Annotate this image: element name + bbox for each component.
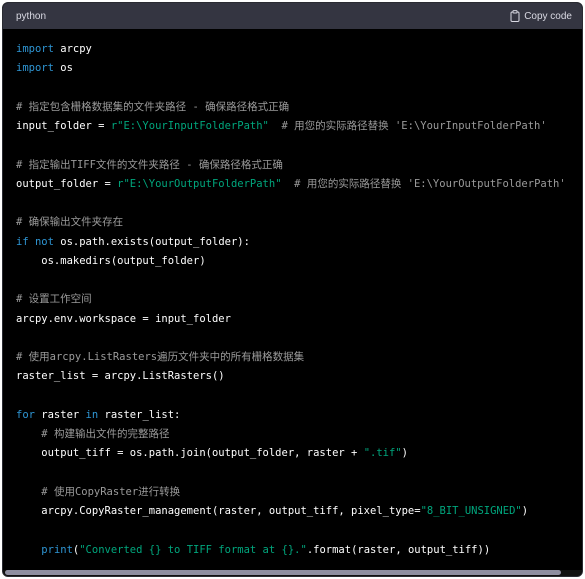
code-token-pl: arcpy.CopyRaster_management(raster, outp… xyxy=(16,505,421,517)
code-token-pl: os xyxy=(53,62,73,75)
code-token-pl: ) xyxy=(401,447,408,460)
code-token-kw: import xyxy=(16,43,54,55)
code-line: # 指定包含栅格数据集的文件夹路径 - 确保路径格式正确 xyxy=(16,98,582,117)
code-line: # 使用CopyRaster进行转换 xyxy=(16,483,582,502)
code-token-cmt: # 设置工作空间 xyxy=(16,293,92,306)
code-token-str: "8_BIT_UNSIGNED" xyxy=(420,505,522,517)
code-token-pl: output_folder = xyxy=(16,177,118,190)
code-token-kw: if xyxy=(16,235,29,248)
code-token-pl: raster xyxy=(34,408,86,421)
code-token-cmt: # 用您的实际路径替换 'E:\YourInputFolderPath' xyxy=(268,120,547,132)
code-line: output_folder = r"E:\YourOutputFolderPat… xyxy=(16,175,582,194)
code-line: raster_list = arcpy.ListRasters() xyxy=(16,367,582,386)
code-line: arcpy.CopyRaster_management(raster, outp… xyxy=(16,502,582,521)
code-token-kw: print xyxy=(41,543,73,556)
code-token-pl: output_tiff = os.path.join(output_folder… xyxy=(16,447,364,460)
code-token-pl: .format(raster, output_tiff)) xyxy=(306,543,491,556)
code-token-pl: ) xyxy=(521,505,529,517)
code-token-pl: arcpy xyxy=(53,43,92,55)
code-line: # 设置工作空间 xyxy=(16,290,582,309)
language-label: python xyxy=(16,10,47,22)
code-token-str: ".tif" xyxy=(363,447,402,460)
code-token-cmt: # 指定包含栅格数据集的文件夹路径 - 确保路径格式正确 xyxy=(16,100,290,113)
copy-code-button[interactable]: Copy code xyxy=(510,10,572,22)
code-token-str: r"E:\YourOutputFolderPath" xyxy=(117,177,282,190)
code-token-kw: not xyxy=(34,235,54,248)
code-line: print("Converted {} to TIFF format at {}… xyxy=(16,541,582,560)
code-token-cmt: # 确保输出文件夹存在 xyxy=(16,216,124,229)
code-line: import os xyxy=(16,59,582,78)
code-line: for raster in raster_list: xyxy=(16,406,582,425)
code-token-pl: raster_list = arcpy.ListRasters() xyxy=(16,370,225,383)
code-token-kw: import xyxy=(16,62,54,75)
code-token-cmt: # 构建输出文件的完整路径 xyxy=(41,428,170,440)
code-line: import arcpy xyxy=(16,40,582,59)
code-content[interactable]: import arcpy import os # 指定包含栅格数据集的文件夹路径 … xyxy=(3,29,582,572)
code-token-cmt: # 使用CopyRaster进行转换 xyxy=(41,485,181,498)
code-token-str: "Converted {} to TIFF format at {}." xyxy=(79,543,307,556)
code-line: os.makedirs(output_folder) xyxy=(16,252,582,271)
code-token-cmt: # 指定输出TIFF文件的文件夹路径 - 确保路径格式正确 xyxy=(16,158,283,171)
code-token-cmt: # 用您的实际路径替换 'E:\YourOutputFolderPath' xyxy=(281,177,566,190)
code-token-pl: raster_list: xyxy=(98,408,181,421)
code-token-pl: input_folder = xyxy=(16,120,111,132)
code-token-pl: os.makedirs(output_folder) xyxy=(16,254,206,267)
clipboard-icon xyxy=(510,10,520,22)
horizontal-scrollbar[interactable] xyxy=(3,570,582,576)
scrollbar-thumb[interactable] xyxy=(5,570,561,575)
code-token-str: r"E:\YourInputFolderPath" xyxy=(110,120,269,132)
code-token-pl: os.path.exists(output_folder): xyxy=(53,235,250,248)
code-block: python Copy code import arcpy import os #… xyxy=(2,2,583,577)
code-line: arcpy.env.workspace = input_folder xyxy=(16,310,582,329)
code-line: input_folder = r"E:\YourInputFolderPath"… xyxy=(16,117,582,136)
copy-code-label: Copy code xyxy=(524,10,572,22)
code-line: # 构建输出文件的完整路径 xyxy=(16,425,582,444)
code-line: output_tiff = os.path.join(output_folder… xyxy=(16,444,582,463)
code-token-cmt: # 使用arcpy.ListRasters遍历文件夹中的所有栅格数据集 xyxy=(16,351,305,363)
code-line: # 指定输出TIFF文件的文件夹路径 - 确保路径格式正确 xyxy=(16,156,582,175)
code-line: # 使用arcpy.ListRasters遍历文件夹中的所有栅格数据集 xyxy=(16,348,582,367)
code-line: # 确保输出文件夹存在 xyxy=(16,213,582,232)
code-line: if not os.path.exists(output_folder): xyxy=(16,233,582,252)
code-token-kw: for xyxy=(16,408,35,421)
code-token-kw: in xyxy=(85,408,99,421)
code-token-pl: arcpy.env.workspace = input_folder xyxy=(16,312,231,325)
code-block-header: python Copy code xyxy=(3,3,582,29)
